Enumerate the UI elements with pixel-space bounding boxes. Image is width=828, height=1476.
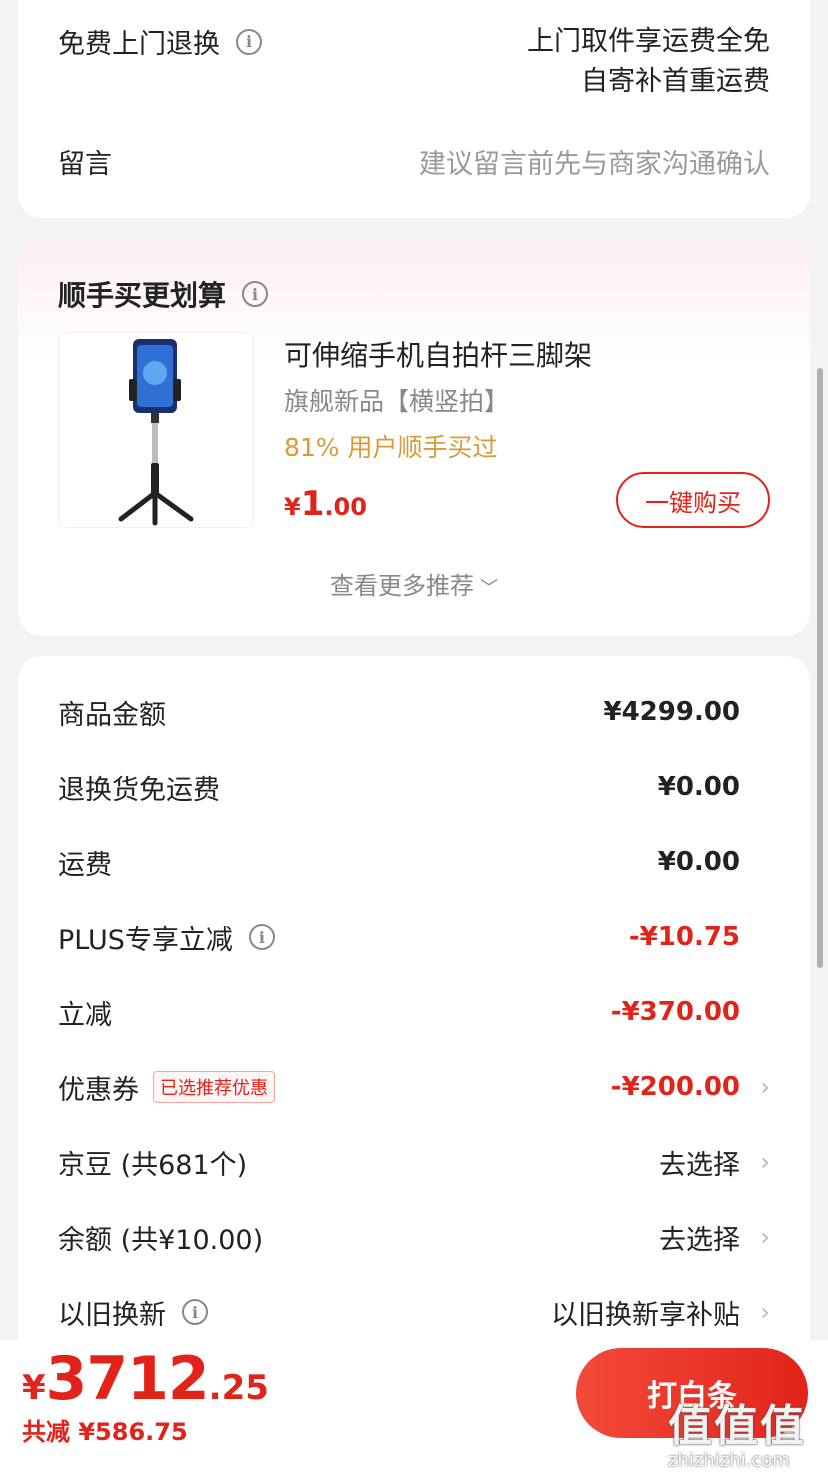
one-click-buy-button[interactable]: 一键购买	[616, 472, 770, 528]
summary-row-balance[interactable]: 余额 (共¥10.00) 去选择 ›	[58, 1217, 770, 1257]
message-input[interactable]: 建议留言前先与商家沟通确认	[419, 142, 770, 181]
product-image[interactable]	[58, 332, 254, 528]
summary-row-plus-discount: PLUS专享立减 i -¥10.75	[58, 922, 740, 956]
message-label: 留言	[58, 149, 112, 180]
chevron-down-icon: ﹀	[480, 578, 498, 599]
product-subtitle: 旗舰新品【横竖拍】	[284, 387, 510, 416]
coupon-recommended-badge: 已选推荐优惠	[153, 1071, 275, 1103]
bundle-title: 顺手买更划算 i	[58, 274, 269, 314]
bundle-card: 顺手买更划算 i 可伸缩手机自拍杆三脚架 旗舰新品【横竖拍】 81% 用户顺手买…	[18, 240, 810, 636]
info-icon[interactable]: i	[242, 281, 269, 307]
summary-row-trade-in[interactable]: 以旧换新 i 以旧换新享补贴 ›	[58, 1292, 770, 1332]
total-saved: 共减 ¥586.75	[22, 1418, 188, 1446]
summary-row-instant-discount: 立减 -¥370.00	[58, 997, 740, 1031]
info-icon[interactable]: i	[182, 1299, 208, 1325]
return-service-desc: 上门取件享运费全免 自寄补首重运费	[527, 26, 770, 97]
scrollbar[interactable]	[817, 368, 823, 968]
summary-row-return-shipping: 退换货免运费 ¥0.00	[58, 772, 740, 806]
checkout-page: 免费上门退换 i 上门取件享运费全免 自寄补首重运费 留言 建议留言前先与商家沟…	[0, 0, 828, 1476]
product-price: ¥1.00	[284, 484, 367, 524]
summary-row-goods-amount: 商品金额 ¥4299.00	[58, 697, 740, 731]
chevron-right-icon: ›	[760, 1298, 770, 1326]
info-icon[interactable]: i	[236, 28, 262, 55]
price-summary-card: 商品金额 ¥4299.00 退换货免运费 ¥0.00 运费 ¥0.00 PLUS…	[18, 656, 810, 1376]
chevron-right-icon: ›	[760, 1223, 770, 1251]
more-recommendations-link[interactable]: 查看更多推荐 ﹀	[18, 566, 810, 601]
service-card: 免费上门退换 i 上门取件享运费全免 自寄补首重运费 留言 建议留言前先与商家沟…	[18, 0, 810, 218]
return-service-row[interactable]: 免费上门退换 i 上门取件享运费全免 自寄补首重运费	[58, 22, 770, 102]
selfie-tripod-icon	[118, 339, 194, 526]
summary-row-jingdou[interactable]: 京豆 (共681个) 去选择 ›	[58, 1142, 770, 1182]
chevron-right-icon: ›	[760, 1148, 770, 1176]
total-price: ¥3712.25	[22, 1344, 269, 1414]
site-watermark: 值值值 zhizhizhi.com	[668, 1401, 806, 1471]
bought-rate: 81% 用户顺手买过	[284, 433, 498, 462]
return-service-label: 免费上门退换	[58, 29, 220, 60]
summary-row-shipping: 运费 ¥0.00	[58, 847, 740, 881]
chevron-right-icon: ›	[760, 1073, 770, 1101]
product-name[interactable]: 可伸缩手机自拍杆三脚架	[284, 334, 592, 374]
info-icon[interactable]: i	[248, 924, 275, 950]
summary-row-coupon[interactable]: 优惠券 已选推荐优惠 -¥200.00 ›	[58, 1067, 770, 1107]
message-row[interactable]: 留言 建议留言前先与商家沟通确认	[58, 142, 770, 181]
